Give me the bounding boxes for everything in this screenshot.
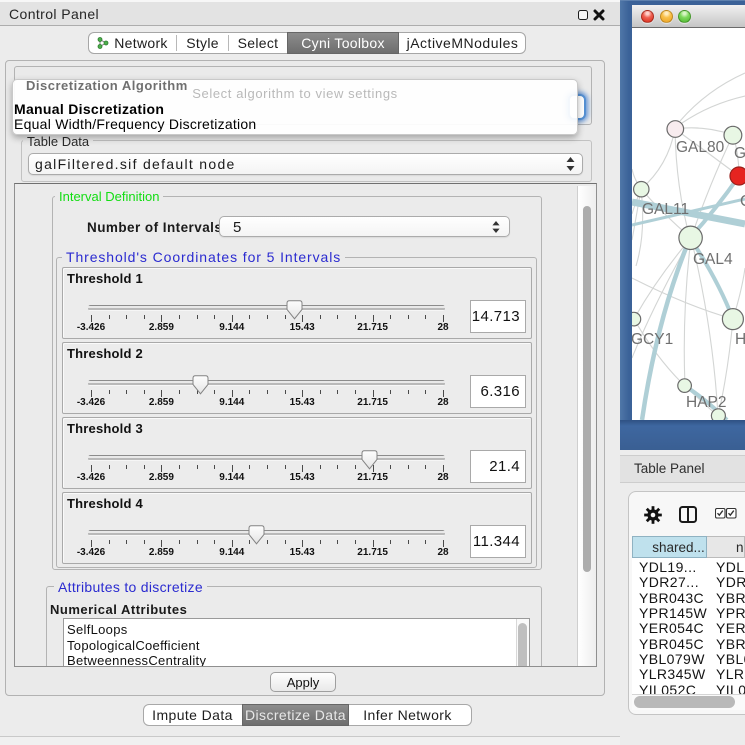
svg-text:GAL80: GAL80 [676, 139, 725, 156]
svg-text:H: H [735, 331, 745, 348]
svg-text:GAL11: GAL11 [642, 201, 689, 218]
svg-text:HAP2: HAP2 [686, 394, 727, 411]
svg-text:GA: GA [734, 145, 745, 162]
svg-text:C: C [740, 193, 745, 210]
svg-text:GCY1: GCY1 [632, 331, 673, 348]
svg-text:GAL4: GAL4 [693, 251, 733, 268]
